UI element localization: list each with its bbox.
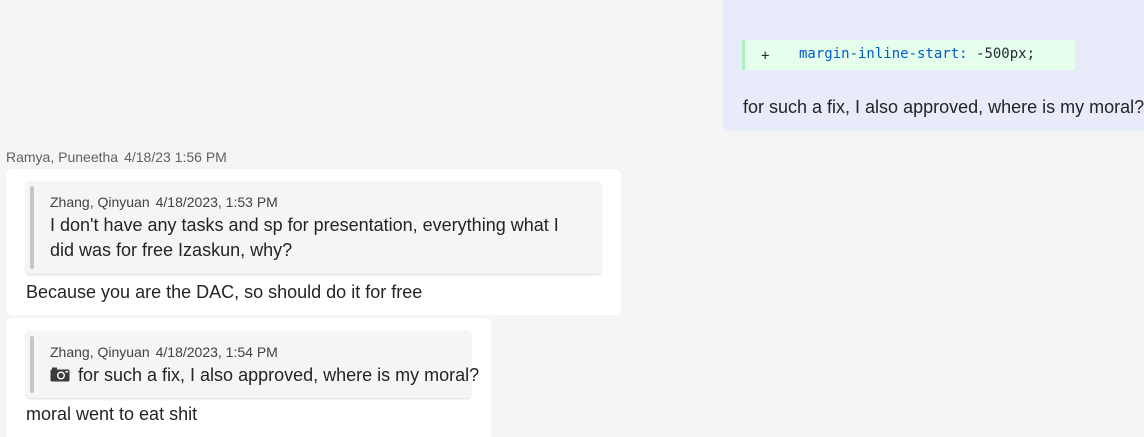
code-value: -500px;: [976, 46, 1036, 62]
quote-timestamp: 4/18/2023, 1:53 PM: [155, 194, 278, 210]
message-sender-header: Ramya, Puneetha 4/18/23 1:56 PM: [6, 149, 227, 165]
sender-name[interactable]: Ramya, Puneetha: [6, 149, 118, 165]
message-text: Because you are the DAC, so should do it…: [26, 282, 423, 302]
quote-text-line: for such a fix, I also approved, where i…: [50, 363, 580, 388]
quote-author: Zhang, Qinyuan: [50, 194, 150, 210]
quote-text: I don't have any tasks and sp for presen…: [50, 215, 559, 260]
quote-author: Zhang, Qinyuan: [50, 344, 150, 360]
quote-timestamp: 4/18/2023, 1:54 PM: [155, 344, 278, 360]
quoted-reply[interactable]: Zhang, Qinyuan 4/18/2023, 1:54 PM for suc…: [26, 331, 479, 398]
message-text: moral went to eat shit: [26, 404, 198, 424]
quote-meta: Zhang, Qinyuan 4/18/2023, 1:53 PM: [50, 194, 278, 210]
diff-plus-marker: +: [761, 48, 770, 64]
camera-icon: [50, 364, 70, 382]
code-diff-block: + margin-inline-start: -500px;: [742, 40, 1075, 70]
quote-meta: Zhang, Qinyuan 4/18/2023, 1:54 PM: [50, 344, 278, 360]
quoted-reply[interactable]: Zhang, Qinyuan 4/18/2023, 1:53 PM I don't…: [26, 181, 601, 274]
code-line: margin-inline-start: -500px;: [799, 39, 1035, 69]
self-message-bubble[interactable]: + margin-inline-start: -500px; for such …: [723, 0, 1144, 131]
message-timestamp: 4/18/23 1:56 PM: [124, 149, 227, 165]
self-message-text: for such a fix, I also approved, where i…: [743, 97, 1144, 117]
message-bubble[interactable]: Zhang, Qinyuan 4/18/2023, 1:53 PM I don't…: [6, 169, 621, 315]
quote-text: for such a fix, I also approved, where i…: [78, 365, 480, 385]
code-property: margin-inline-start:: [799, 46, 968, 62]
message-bubble[interactable]: Zhang, Qinyuan 4/18/2023, 1:54 PM for suc…: [6, 318, 491, 437]
